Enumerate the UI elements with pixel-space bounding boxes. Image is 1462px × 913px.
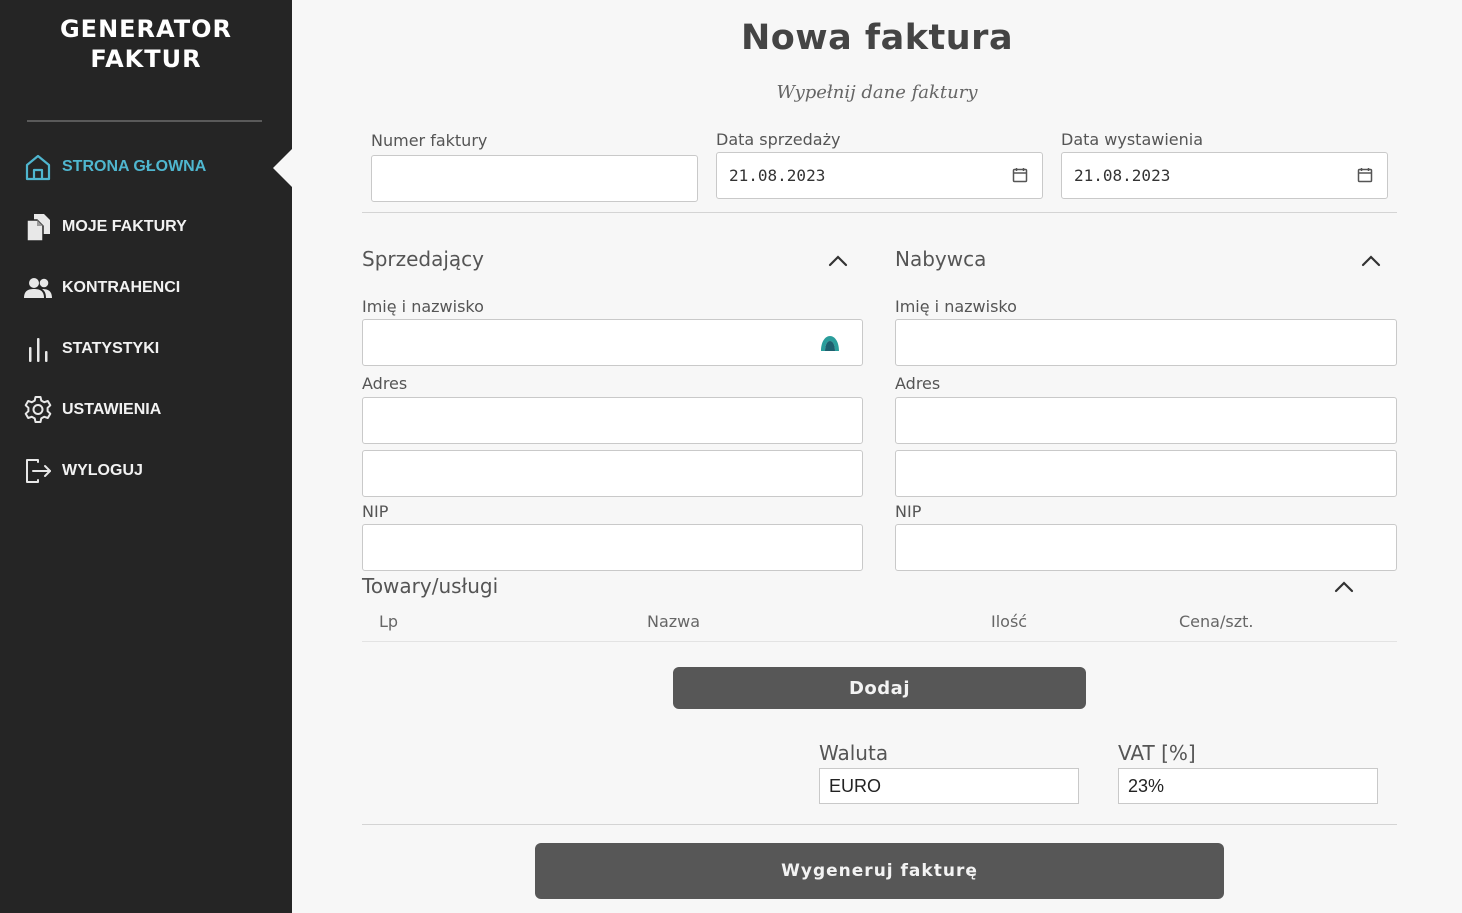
sidebar-item-label: STATYSTYKI [62,340,160,357]
generate-invoice-button[interactable]: Wygeneruj fakturę [535,843,1224,899]
logout-icon [22,455,54,487]
sale-date-value: 21.08.2023 [729,166,826,185]
seller-nip-input[interactable] [362,524,863,571]
buyer-nip-input[interactable] [895,524,1397,571]
buyer-address-line1-input[interactable] [895,397,1397,444]
column-header-unit-price: Cena/szt. [1179,612,1254,631]
sale-date-input[interactable]: 21.08.2023 [716,152,1043,199]
sidebar-item-label: STRONA GŁOWNA [62,158,207,175]
sidebar-item-logout[interactable]: WYLOGUJ [22,454,272,488]
sidebar: GENERATOR FAKTUR STRONA GŁOWNA MOJE FAKT… [0,0,293,913]
app-logo: GENERATOR FAKTUR [0,14,292,74]
main-content: Nowa faktura Wypełnij dane faktury Numer… [292,0,1462,913]
sidebar-item-contractors[interactable]: KONTRAHENCI [22,271,272,305]
column-header-name: Nazwa [647,612,701,631]
calendar-icon[interactable] [1012,167,1028,187]
buyer-name-input[interactable] [895,319,1397,366]
divider [362,824,1397,825]
autofill-icon[interactable] [819,334,841,356]
sale-date-label: Data sprzedaży [716,130,841,149]
buyer-nip-label: NIP [895,502,922,521]
chevron-up-icon[interactable] [1333,579,1355,593]
seller-address-line1-input[interactable] [362,397,863,444]
seller-title: Sprzedający [362,247,485,271]
logo-line-1: GENERATOR [59,15,233,43]
seller-name-label: Imię i nazwisko [362,297,484,316]
calendar-icon[interactable] [1357,167,1373,187]
gear-icon [22,394,54,426]
seller-nip-label: NIP [362,502,389,521]
invoice-number-input[interactable] [371,155,698,202]
divider [362,212,1397,213]
vat-input[interactable]: 23% [1118,768,1378,804]
currency-label: Waluta [819,741,889,765]
sidebar-item-label: USTAWIENIA [62,401,162,418]
currency-input[interactable]: EURO [819,768,1079,804]
page-subtitle: Wypełnij dane faktury [776,82,978,103]
buyer-address-label: Adres [895,374,941,393]
buyer-title: Nabywca [895,247,987,271]
logo-line-2: FAKTUR [90,45,202,73]
buyer-address-line2-input[interactable] [895,450,1397,497]
active-indicator [273,148,293,188]
chevron-up-icon[interactable] [827,253,849,267]
add-item-button[interactable]: Dodaj [673,667,1086,709]
seller-address-line2-input[interactable] [362,450,863,497]
table-divider [362,641,1397,642]
sidebar-item-home[interactable]: STRONA GŁOWNA [22,150,272,184]
sidebar-item-label: WYLOGUJ [62,462,143,479]
seller-name-input[interactable] [362,319,863,366]
sidebar-item-statistics[interactable]: STATYSTYKI [22,332,272,366]
page-title: Nowa faktura [740,18,1014,58]
column-header-quantity: Ilość [991,612,1028,631]
chevron-up-icon[interactable] [1360,253,1382,267]
buyer-name-label: Imię i nazwisko [895,297,1017,316]
items-title: Towary/usługi [362,574,499,598]
issue-date-label: Data wystawienia [1061,130,1204,149]
bar-chart-icon [22,333,54,365]
sidebar-divider [27,120,262,122]
home-icon [22,151,54,183]
invoice-number-label: Numer faktury [371,131,488,150]
sidebar-item-label: MOJE FAKTURY [62,218,187,235]
sidebar-item-settings[interactable]: USTAWIENIA [22,393,272,427]
sidebar-item-label: KONTRAHENCI [62,279,181,296]
sidebar-item-invoices[interactable]: MOJE FAKTURY [22,210,272,244]
vat-label: VAT [%] [1118,741,1196,765]
documents-icon [22,211,54,243]
column-header-lp: Lp [379,612,399,631]
users-icon [22,272,54,304]
issue-date-value: 21.08.2023 [1074,166,1171,185]
seller-address-label: Adres [362,374,408,393]
issue-date-input[interactable]: 21.08.2023 [1061,152,1388,199]
